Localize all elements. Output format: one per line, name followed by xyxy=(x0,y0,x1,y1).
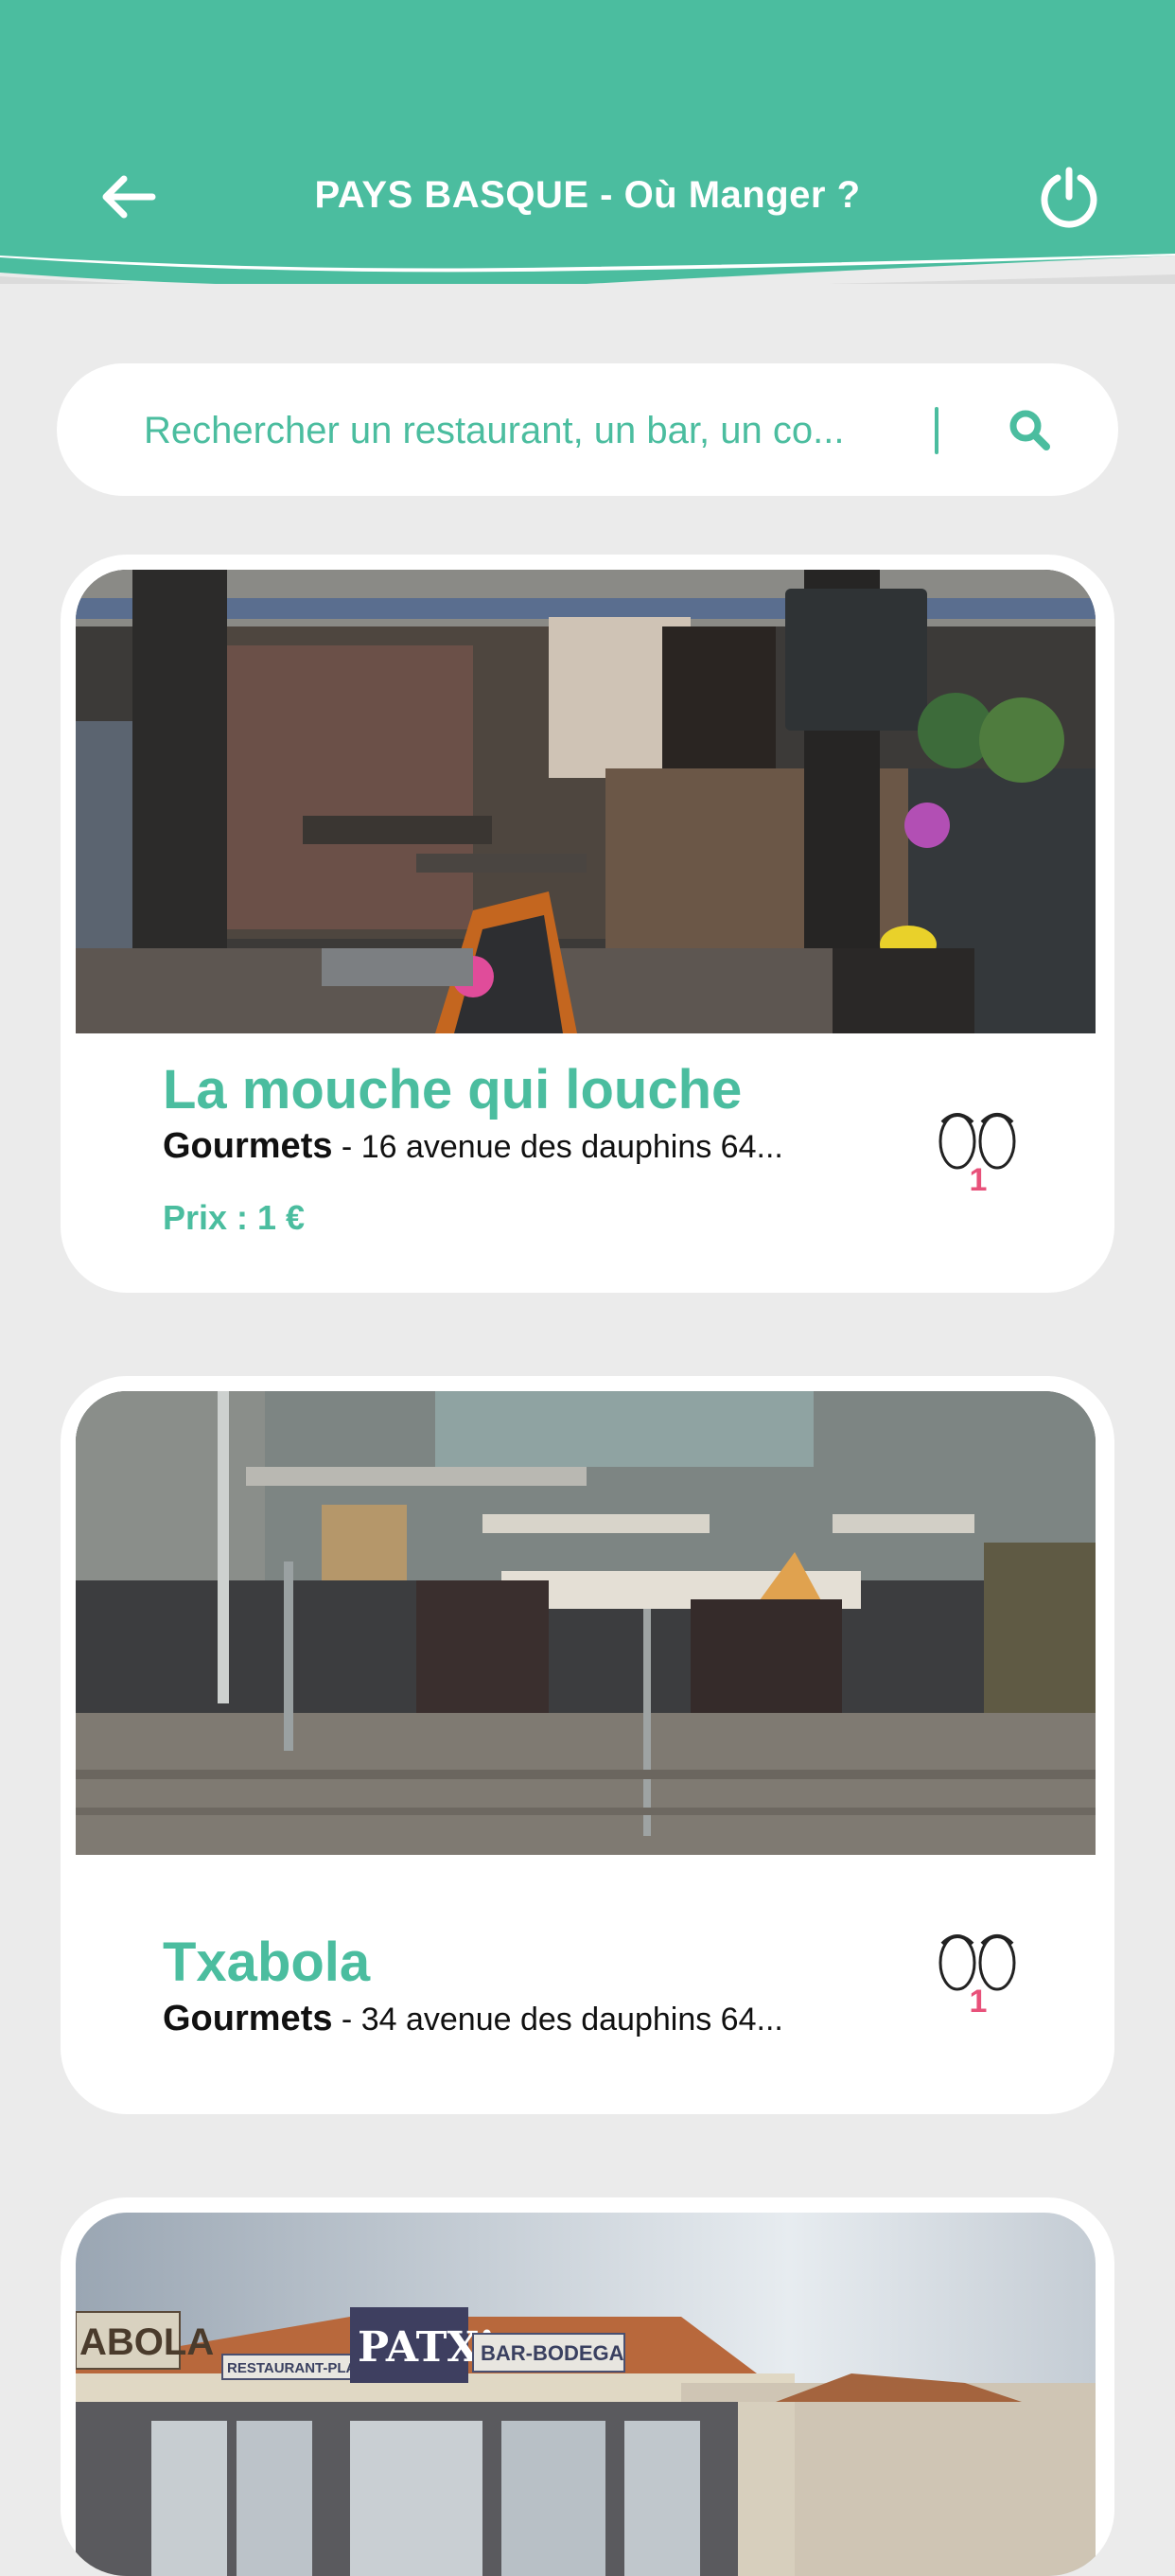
search-icon xyxy=(1009,410,1050,450)
page-title: PAYS BASQUE - Où Manger ? xyxy=(314,174,861,216)
restaurant-address: - 16 avenue des dauphins 64... xyxy=(332,1129,783,1165)
search-button[interactable] xyxy=(1007,407,1060,454)
search-input[interactable] xyxy=(142,401,959,460)
restaurant-category: Gourmets xyxy=(163,1999,333,2038)
restaurant-name: Txabola xyxy=(163,1932,371,1993)
sign-left: ABOLA xyxy=(79,2321,214,2363)
app-header: PAYS BASQUE - Où Manger ? xyxy=(0,0,1175,284)
power-icon xyxy=(1041,167,1097,228)
restaurant-card[interactable]: ABOLA RESTAURANT-PLANCHA PATXi BAR-BODEG… xyxy=(61,2197,1114,2576)
search-bar xyxy=(57,363,1118,496)
restaurant-photo xyxy=(76,1391,1096,1855)
restaurant-info: Gourmets - 34 avenue des dauphins 64... xyxy=(163,1999,882,2039)
logout-button[interactable] xyxy=(1037,165,1101,229)
restaurant-photo: ABOLA RESTAURANT-PLANCHA PATXi BAR-BODEG… xyxy=(76,2213,1096,2576)
restaurant-card[interactable]: Txabola Gourmets - 34 avenue des dauphin… xyxy=(61,1376,1114,2114)
restaurant-card[interactable]: La mouche qui louche Gourmets - 16 avenu… xyxy=(61,555,1114,1293)
restaurant-info: Gourmets - 16 avenue des dauphins 64... xyxy=(163,1126,882,1167)
restaurant-name: La mouche qui louche xyxy=(163,1059,743,1120)
view-count: 1 xyxy=(969,1162,988,1198)
restaurant-address: - 34 avenue des dauphins 64... xyxy=(332,2002,783,2038)
header-background xyxy=(0,0,1175,284)
restaurant-category: Gourmets xyxy=(163,1126,333,1166)
restaurant-photo xyxy=(76,570,1096,1033)
sign-bar: BAR-BODEGA xyxy=(481,2341,624,2365)
search-divider xyxy=(935,407,938,454)
restaurant-price: Prix : 1 € xyxy=(163,1198,306,1237)
view-count: 1 xyxy=(969,1984,988,2020)
